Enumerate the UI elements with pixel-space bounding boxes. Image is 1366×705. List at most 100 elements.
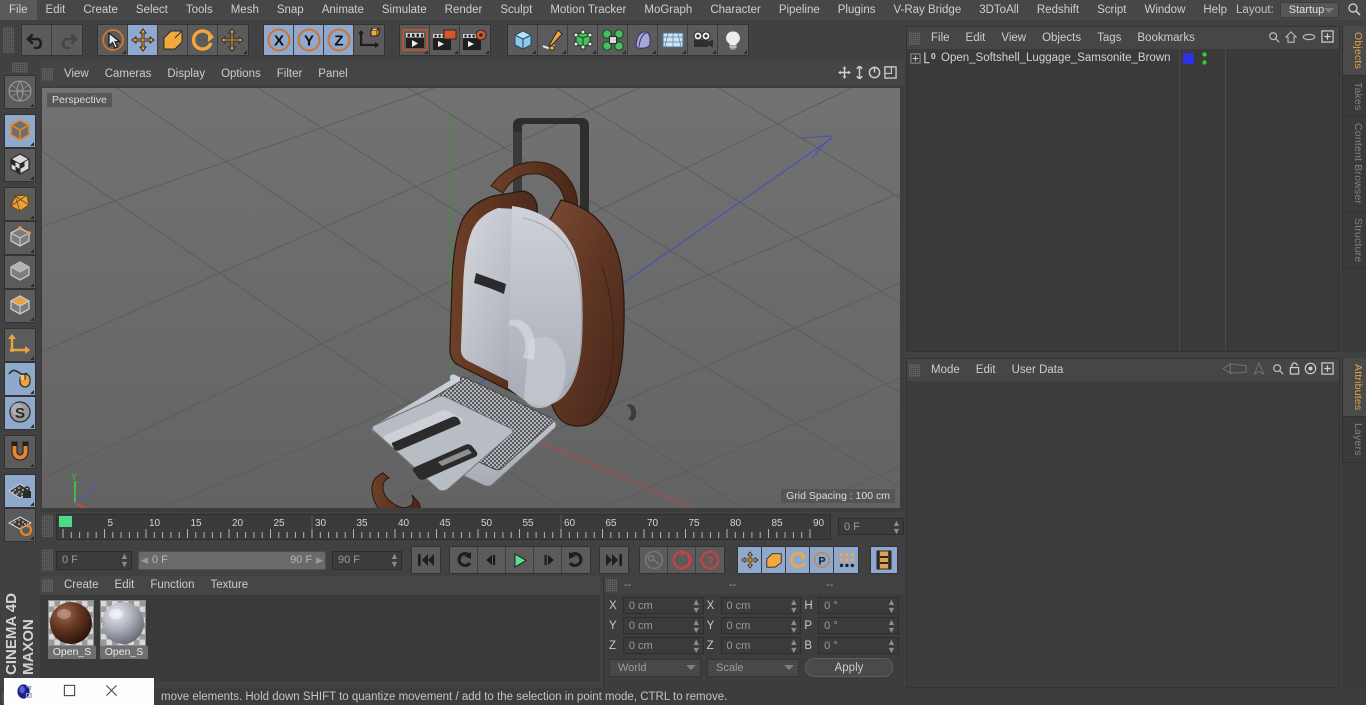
current-frame-field[interactable]: 0 F ▲ ▼ (56, 550, 132, 570)
rotate-tool-button[interactable] (188, 25, 218, 55)
scale-tool-button[interactable] (158, 25, 188, 55)
left-tool-model-mode[interactable] (4, 114, 36, 148)
object-color-swatch[interactable] (1183, 53, 1194, 64)
object-menu-edit[interactable]: Edit (958, 27, 994, 49)
viewport-menu-filter[interactable]: Filter (269, 63, 311, 85)
menu-item-redshift[interactable]: Redshift (1028, 0, 1088, 20)
spinner-icon[interactable]: ▲ ▼ (789, 637, 798, 654)
coordinate-field-position-y[interactable]: 0 cm ▲ ▼ (622, 617, 704, 634)
viewport-scale-icon[interactable] (854, 64, 865, 82)
menu-item-edit[interactable]: Edit (37, 0, 75, 20)
add-mograph-button[interactable] (598, 25, 628, 55)
tab-layers[interactable]: Layers (1342, 417, 1366, 464)
search-icon[interactable] (1272, 363, 1284, 378)
menu-item-help[interactable]: Help (1194, 0, 1236, 20)
search-icon[interactable] (1268, 31, 1280, 46)
coordinate-field-rotation-p[interactable]: 0 ° ▲ ▼ (818, 617, 900, 634)
menu-item-mograph[interactable]: MoGraph (635, 0, 701, 20)
menu-item-file[interactable]: File (0, 0, 37, 20)
menu-item-create[interactable]: Create (74, 0, 127, 20)
menu-item-snap[interactable]: Snap (268, 0, 313, 20)
range-left-arrow-icon[interactable]: ◀ (141, 555, 148, 566)
tab-takes[interactable]: Takes (1342, 76, 1366, 118)
menu-item-tools[interactable]: Tools (177, 0, 222, 20)
tab-structure[interactable]: Structure (1342, 211, 1366, 270)
key-position-button[interactable] (738, 547, 762, 573)
object-row[interactable]: 0 Open_Softshell_Luggage_Samsonite_Brown (907, 49, 1339, 67)
play-button[interactable] (506, 547, 534, 573)
viewport-maximize-icon[interactable] (884, 66, 897, 82)
menu-item-simulate[interactable]: Simulate (373, 0, 436, 20)
expand-icon[interactable] (910, 52, 921, 64)
layout-dropdown[interactable]: Startup (1279, 2, 1340, 18)
coordinate-field-rotation-b[interactable]: 0 ° ▲ ▼ (818, 637, 900, 654)
material-item[interactable]: Open_S (48, 600, 96, 681)
menu-item-plugins[interactable]: Plugins (829, 0, 885, 20)
left-tool-snap-magnet[interactable] (4, 435, 36, 469)
play-reverse-button[interactable] (450, 547, 478, 573)
world-object-axis-button[interactable] (354, 25, 384, 55)
plus-box-icon[interactable] (1321, 30, 1334, 46)
menu-item-mesh[interactable]: Mesh (222, 0, 268, 20)
go-to-end-button[interactable] (600, 547, 628, 573)
object-menu-objects[interactable]: Objects (1034, 27, 1089, 49)
left-tool-workplane-rotate[interactable] (4, 508, 36, 542)
spinner-icon[interactable]: ▲ ▼ (120, 552, 129, 569)
menu-item-script[interactable]: Script (1088, 0, 1135, 20)
material-item[interactable]: Open_S (100, 600, 148, 681)
restore-icon[interactable] (63, 684, 76, 700)
material-menu-function[interactable]: Function (142, 576, 202, 595)
timeline-ruler[interactable]: 051015202530354045505560657075808590 (56, 514, 831, 540)
viewport-menu-panel[interactable]: Panel (310, 63, 355, 85)
timeline-frame-field[interactable]: 0 F ▲ ▼ (838, 518, 904, 535)
menu-item-v-ray-bridge[interactable]: V-Ray Bridge (884, 0, 970, 20)
object-menu-bookmarks[interactable]: Bookmarks (1129, 27, 1203, 49)
left-tool-workplane-lock[interactable] (4, 474, 36, 508)
key-param-button[interactable]: P (810, 547, 834, 573)
ellipse-icon[interactable] (1302, 32, 1316, 45)
object-manager-grip[interactable] (909, 31, 920, 45)
material-menu-create[interactable]: Create (56, 576, 107, 595)
coordinate-space-dropdown[interactable]: World (609, 658, 701, 677)
overlay-window[interactable] (4, 678, 154, 705)
spinner-icon[interactable]: ▲ ▼ (789, 597, 798, 614)
coordinate-mode-dropdown[interactable]: Scale (707, 658, 799, 677)
spinner-icon[interactable]: ▲ ▼ (887, 597, 896, 614)
plus-box-icon[interactable] (1321, 362, 1334, 378)
apply-button[interactable]: Apply (805, 658, 893, 677)
render-settings-button[interactable] (460, 25, 490, 55)
material-list[interactable]: Open_S Open_S (40, 595, 600, 681)
add-spline-button[interactable] (538, 25, 568, 55)
attributes-menu-user-data[interactable]: User Data (1004, 359, 1072, 381)
render-region-button[interactable] (430, 25, 460, 55)
coordinate-field-size-z[interactable]: 0 cm ▲ ▼ (720, 637, 802, 654)
attributes-menu-edit[interactable]: Edit (968, 359, 1004, 381)
attributes-menu-mode[interactable]: Mode (923, 359, 968, 381)
menu-item-select[interactable]: Select (127, 0, 177, 20)
spinner-icon[interactable]: ▲ ▼ (892, 518, 901, 535)
viewport-move-icon[interactable] (838, 66, 851, 82)
left-toolbar-grip[interactable] (12, 62, 28, 73)
tab-content-browser[interactable]: Content Browser (1342, 117, 1366, 212)
loop-button[interactable] (562, 547, 590, 573)
coordinate-field-rotation-h[interactable]: 0 ° ▲ ▼ (818, 597, 900, 614)
left-tool-axis-mode[interactable] (4, 328, 36, 362)
nav-up-icon[interactable] (1252, 361, 1266, 378)
menu-item-motion-tracker[interactable]: Motion Tracker (541, 0, 635, 20)
spinner-icon[interactable]: ▲ ▼ (692, 637, 701, 654)
timeline-grip[interactable] (42, 515, 53, 537)
left-tool-soft-selection[interactable]: S (4, 396, 36, 430)
key-pla-button[interactable] (834, 547, 858, 573)
menu-item-animate[interactable]: Animate (313, 0, 373, 20)
tab-objects[interactable]: Objects (1342, 26, 1366, 76)
object-menu-tags[interactable]: Tags (1089, 27, 1129, 49)
menu-item-character[interactable]: Character (701, 0, 770, 20)
add-light-button[interactable] (718, 25, 748, 55)
key-rotation-button[interactable] (786, 547, 810, 573)
left-tool-enable-axis[interactable] (4, 362, 36, 396)
left-tool-points-mode[interactable] (4, 187, 36, 221)
axis-y-button[interactable]: Y (294, 25, 324, 55)
axis-x-button[interactable]: X (264, 25, 294, 55)
add-cube-button[interactable] (508, 25, 538, 55)
material-menu-edit[interactable]: Edit (107, 576, 143, 595)
